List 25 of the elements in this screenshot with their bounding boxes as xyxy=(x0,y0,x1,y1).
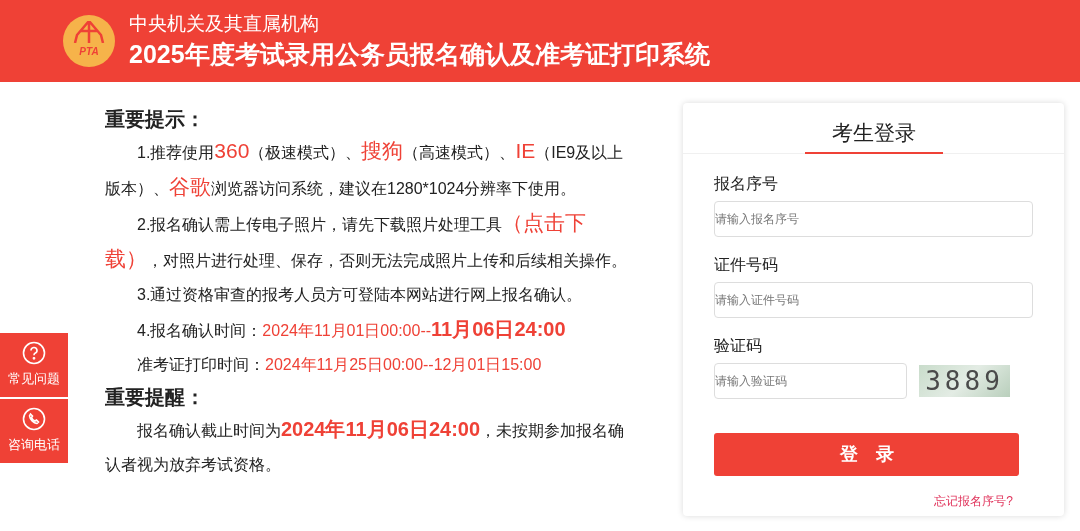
input-field[interactable]: 请输入证件号码 xyxy=(714,282,1033,318)
input-field[interactable]: 请输入报名序号 xyxy=(714,201,1033,237)
notice-heading: 重要提示： xyxy=(105,107,206,132)
notice-paragraph: 4.报名确认时间：2024年11月01日00:00--11月06日24:00 xyxy=(136,317,567,342)
faq-button[interactable]: 常见问题 xyxy=(0,333,68,397)
login-button[interactable]: 登 录 xyxy=(714,433,1019,476)
phone-icon xyxy=(22,407,46,432)
field-label: 证件号码 xyxy=(714,255,779,275)
captcha-field[interactable]: 请输入验证码 xyxy=(714,363,907,399)
notice-paragraph: 3.通过资格审查的报考人员方可登陆本网站进行网上报名确认。 xyxy=(136,285,584,305)
notice-paragraph: 1.推荐使用360（极速模式）、搜狗（高速模式）、IE（IE9及以上版本）、谷歌浏览器访问系统，建议在1280*1024分辨率下使用。 xyxy=(105,138,625,200)
field-label: 报名序号 xyxy=(714,174,779,194)
forgot-number-link[interactable]: 忘记报名序号? xyxy=(934,492,1013,510)
reminder-paragraph: 报名确认截止时间为2024年11月06日24:00，未按期参加报名确认者视为放弃考试资格。 xyxy=(105,417,626,475)
notice-paragraph: 2.报名确认需上传电子照片，请先下载照片处理工具（点击下载），对照片进行处理、保存，否则无法完成照片上传和后续相关操作。 xyxy=(105,210,628,272)
login-title: 考生登录 xyxy=(804,117,943,154)
question-icon xyxy=(22,341,46,366)
logo-icon: PTA xyxy=(63,15,115,67)
header-title: 2025年度考试录用公务员报名确认及准考证打印系统 xyxy=(129,39,710,70)
phone-button[interactable]: 咨询电话 xyxy=(0,399,68,463)
field-label: 验证码 xyxy=(714,336,763,356)
header-subtitle: 中央机关及其直属机构 xyxy=(129,12,320,36)
notice-paragraph: 准考证打印时间：2024年11月25日00:00--12月01日15:00 xyxy=(136,355,543,375)
captcha-image[interactable]: 3889 xyxy=(919,365,1010,397)
reminder-heading: 重要提醒： xyxy=(105,385,206,410)
